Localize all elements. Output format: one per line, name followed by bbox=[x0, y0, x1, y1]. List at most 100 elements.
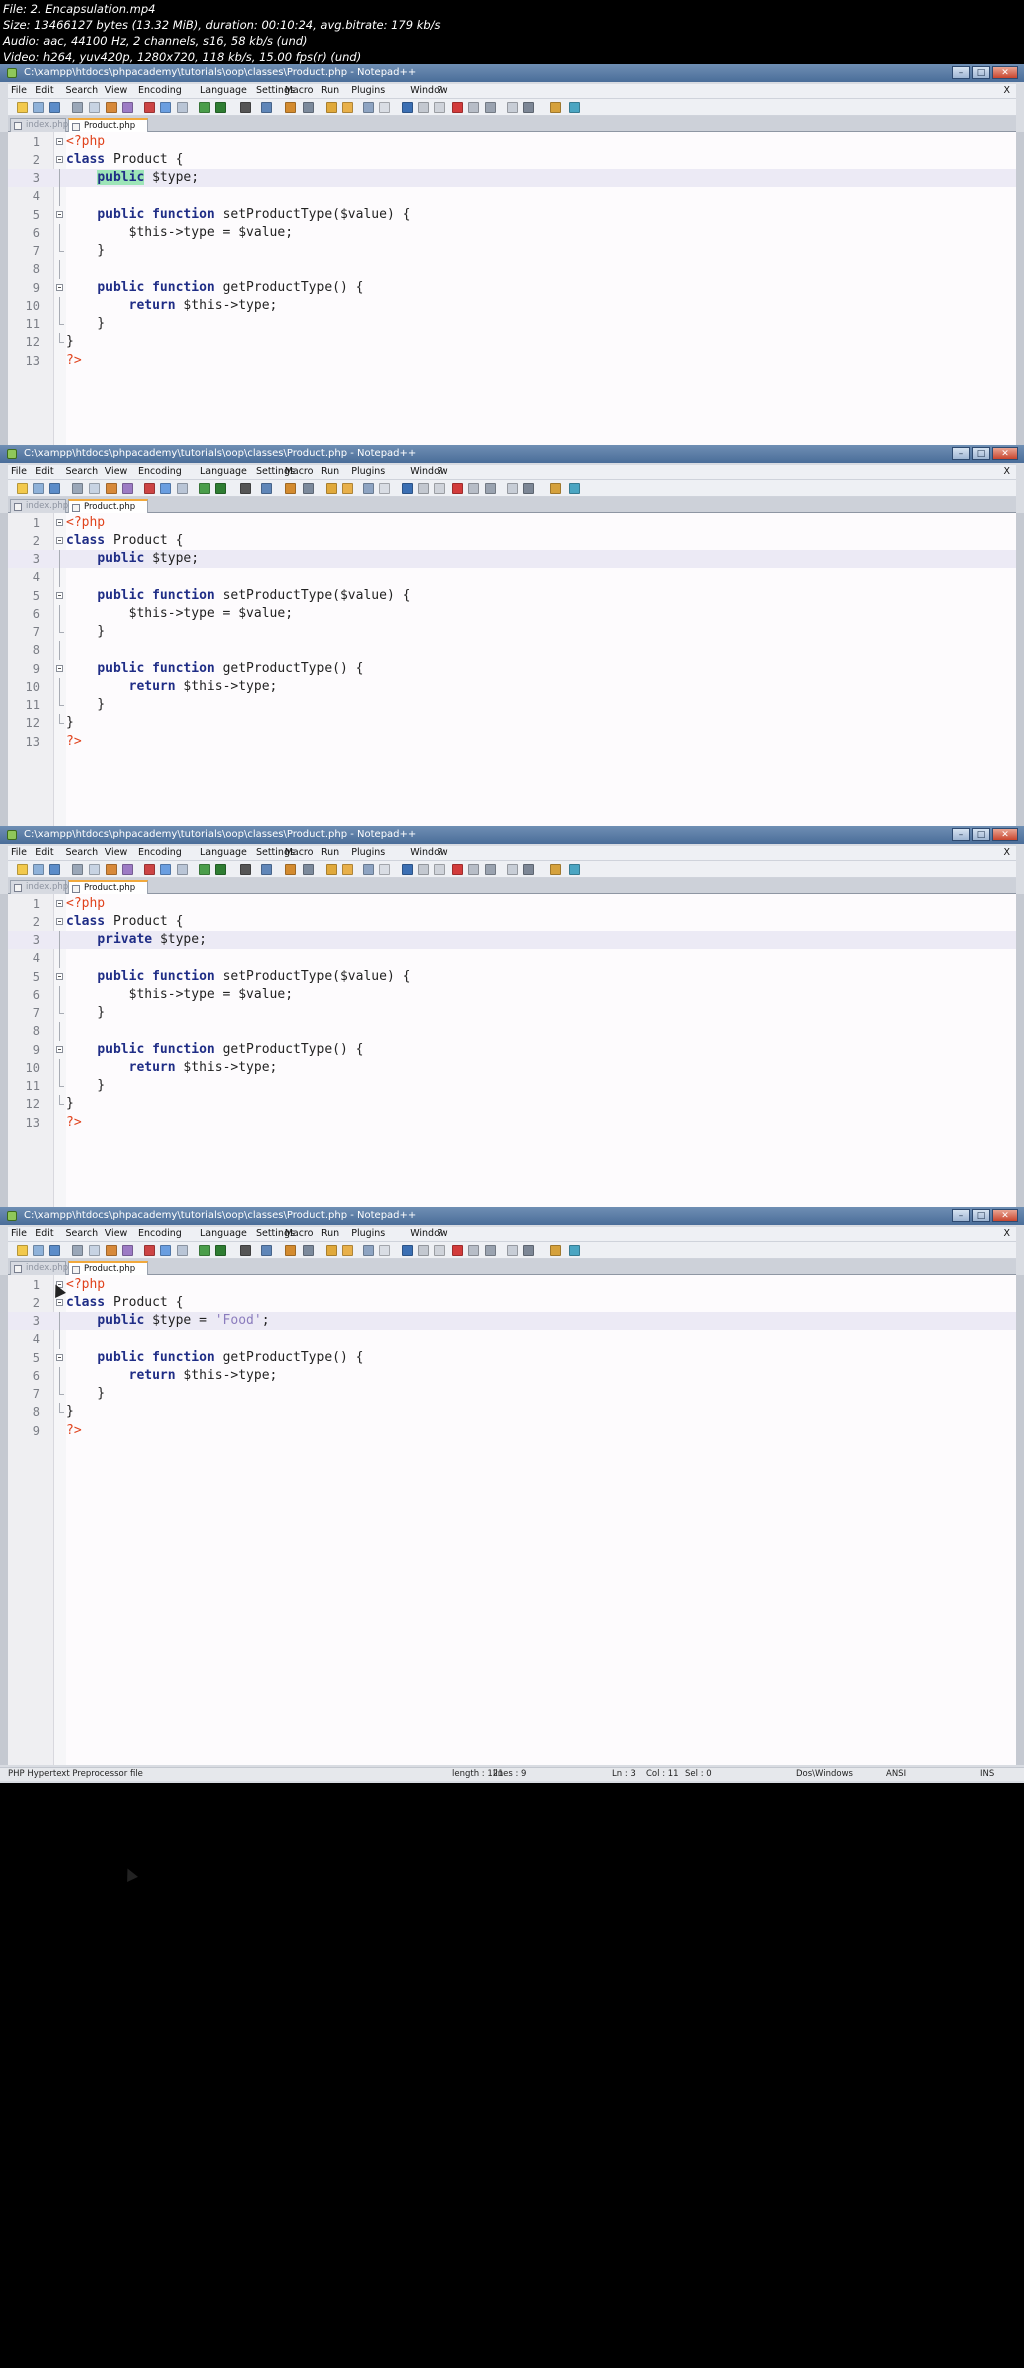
fold-toggle-icon[interactable] bbox=[56, 899, 63, 907]
toolbar-button-icon[interactable] bbox=[105, 102, 117, 113]
code-line[interactable]: 1 <?php bbox=[8, 1276, 1016, 1294]
toolbar-button-icon[interactable] bbox=[452, 483, 463, 494]
menu-item-encoding[interactable]: Encoding bbox=[138, 465, 182, 479]
code-line[interactable]: 12} bbox=[8, 1095, 1016, 1113]
menu-item-run[interactable]: Run bbox=[321, 1227, 339, 1241]
menu-item-plugins[interactable]: Plugins bbox=[351, 1227, 385, 1241]
code-line[interactable]: 7 } bbox=[8, 1385, 1016, 1403]
code-line[interactable]: 11 } bbox=[8, 696, 1016, 714]
toolbar-button-icon[interactable] bbox=[506, 864, 518, 875]
toolbar-button-icon[interactable] bbox=[71, 1245, 83, 1256]
toolbar-button-icon[interactable] bbox=[417, 1245, 429, 1256]
toolbar-button-icon[interactable] bbox=[434, 102, 446, 113]
toolbar-button-icon[interactable] bbox=[401, 1245, 413, 1256]
code-line[interactable]: 4 bbox=[8, 187, 1016, 206]
tab-index-php[interactable]: index.php bbox=[10, 499, 68, 513]
menu-item-edit[interactable]: Edit bbox=[35, 846, 53, 860]
fold-toggle-icon[interactable] bbox=[56, 518, 63, 526]
toolbar-button-icon[interactable] bbox=[417, 102, 429, 113]
menu-item-plugins[interactable]: Plugins bbox=[351, 465, 385, 479]
toolbar-button-icon[interactable] bbox=[160, 483, 172, 494]
toolbar-button-icon[interactable] bbox=[568, 864, 580, 875]
fold-toggle-icon[interactable] bbox=[56, 917, 63, 925]
toolbar-button-icon[interactable] bbox=[16, 483, 28, 494]
toolbar-button-icon[interactable] bbox=[506, 483, 518, 494]
toolbar-button-icon[interactable] bbox=[417, 483, 429, 494]
code-line[interactable]: 12} bbox=[8, 714, 1016, 732]
menu-item-help[interactable]: ? bbox=[437, 465, 442, 479]
toolbar-button-icon[interactable] bbox=[16, 102, 28, 113]
toolbar-button-icon[interactable] bbox=[401, 864, 413, 875]
toolbar-button-icon[interactable] bbox=[549, 102, 561, 113]
toolbar-button-icon[interactable] bbox=[452, 102, 463, 113]
toolbar-button-icon[interactable] bbox=[261, 483, 273, 494]
toolbar-button-icon[interactable] bbox=[121, 864, 133, 875]
code-line[interactable]: 1 <?php bbox=[8, 895, 1016, 913]
document-close-button[interactable]: X bbox=[1003, 84, 1010, 98]
toolbar-button-icon[interactable] bbox=[326, 102, 338, 113]
maximize-button[interactable]: □ bbox=[972, 1209, 990, 1222]
tab-product-php[interactable]: Product.php bbox=[68, 118, 148, 132]
toolbar-button-icon[interactable] bbox=[284, 864, 296, 875]
toolbar-button-icon[interactable] bbox=[121, 102, 133, 113]
toolbar-button-icon[interactable] bbox=[49, 102, 61, 113]
menu-item-search[interactable]: Search bbox=[65, 465, 98, 479]
code-line[interactable]: 1 <?php bbox=[8, 133, 1016, 151]
toolbar-button-icon[interactable] bbox=[363, 102, 375, 113]
menu-item-run[interactable]: Run bbox=[321, 846, 339, 860]
toolbar-button-icon[interactable] bbox=[379, 483, 391, 494]
toolbar-button-icon[interactable] bbox=[484, 864, 496, 875]
toolbar-button-icon[interactable] bbox=[144, 864, 156, 875]
code-line[interactable]: 13 ?> bbox=[8, 733, 1016, 751]
toolbar-button-icon[interactable] bbox=[198, 102, 210, 113]
menu-item-run[interactable]: Run bbox=[321, 465, 339, 479]
toolbar-button-icon[interactable] bbox=[16, 864, 28, 875]
code-line[interactable]: 3 public $type; bbox=[8, 550, 1016, 569]
menu-item-help[interactable]: ? bbox=[437, 846, 442, 860]
menu-item-edit[interactable]: Edit bbox=[35, 84, 53, 98]
tab-index-php[interactable]: index.php bbox=[10, 880, 68, 894]
code-line[interactable]: 8 bbox=[8, 641, 1016, 660]
toolbar-button-icon[interactable] bbox=[215, 483, 227, 494]
code-line[interactable]: 6 return $this->type; bbox=[8, 1366, 1016, 1385]
document-close-button[interactable]: X bbox=[1003, 846, 1010, 860]
menu-item-macro[interactable]: Macro bbox=[285, 84, 314, 98]
fold-toggle-icon[interactable] bbox=[56, 536, 63, 544]
toolbar-button-icon[interactable] bbox=[49, 483, 61, 494]
code-line[interactable]: 10 return $this->type; bbox=[8, 677, 1016, 696]
toolbar-button-icon[interactable] bbox=[71, 483, 83, 494]
toolbar-button-icon[interactable] bbox=[523, 483, 535, 494]
fold-toggle-icon[interactable] bbox=[56, 972, 63, 980]
menu-item-search[interactable]: Search bbox=[65, 84, 98, 98]
toolbar-button-icon[interactable] bbox=[302, 102, 314, 113]
document-close-button[interactable]: X bbox=[1003, 1227, 1010, 1241]
fold-toggle-icon[interactable] bbox=[56, 155, 63, 163]
fold-toggle-icon[interactable] bbox=[56, 1298, 63, 1306]
code-line[interactable]: 13 ?> bbox=[8, 352, 1016, 370]
menu-item-language[interactable]: Language bbox=[200, 846, 247, 860]
code-line[interactable]: 6 $this->type = $value; bbox=[8, 223, 1016, 242]
menu-item-run[interactable]: Run bbox=[321, 84, 339, 98]
menu-item-macro[interactable]: Macro bbox=[285, 1227, 314, 1241]
toolbar-button-icon[interactable] bbox=[160, 864, 172, 875]
code-line[interactable]: 5 public function setProductType($value)… bbox=[8, 968, 1016, 986]
menu-item-file[interactable]: File bbox=[11, 1227, 27, 1241]
menu-item-view[interactable]: View bbox=[105, 465, 128, 479]
document-close-button[interactable]: X bbox=[1003, 465, 1010, 479]
tab-product-php[interactable]: Product.php bbox=[68, 1261, 148, 1275]
toolbar-button-icon[interactable] bbox=[89, 483, 101, 494]
code-editor[interactable]: 1 <?php 2 class Product {3 public $type = '… bbox=[8, 1275, 1016, 1765]
code-line[interactable]: 7 } bbox=[8, 623, 1016, 641]
toolbar-button-icon[interactable] bbox=[121, 1245, 133, 1256]
menu-item-macro[interactable]: Macro bbox=[285, 846, 314, 860]
code-line[interactable]: 9 public function getProductType() { bbox=[8, 1041, 1016, 1059]
toolbar-button-icon[interactable] bbox=[568, 102, 580, 113]
menu-item-help[interactable]: ? bbox=[437, 1227, 442, 1241]
code-line[interactable]: 7 } bbox=[8, 1004, 1016, 1022]
code-line[interactable]: 3 public $type; bbox=[8, 169, 1016, 188]
code-line[interactable]: 8 bbox=[8, 260, 1016, 279]
toolbar-button-icon[interactable] bbox=[468, 1245, 480, 1256]
toolbar-button-icon[interactable] bbox=[434, 864, 446, 875]
window-titlebar[interactable]: C:\xampp\htdocs\phpacademy\tutorials\oop… bbox=[0, 445, 1024, 463]
fold-toggle-icon[interactable] bbox=[56, 210, 63, 218]
